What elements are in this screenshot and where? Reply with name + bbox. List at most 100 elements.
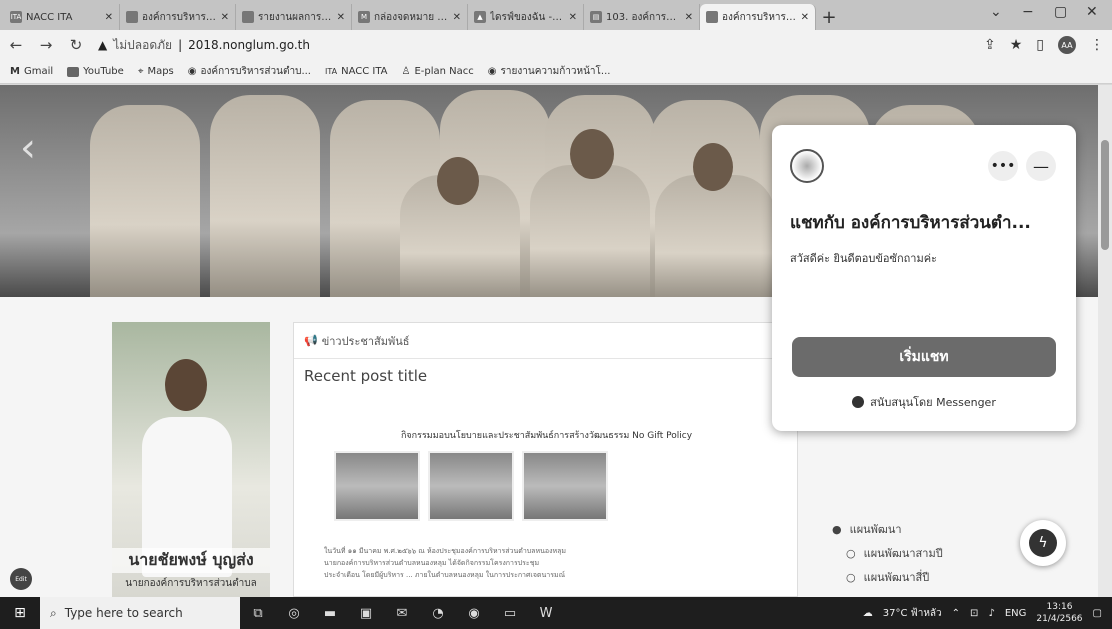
store-icon[interactable]: ▣	[348, 597, 384, 629]
address-bar[interactable]: ▲ ไม่ปลอดภัย | 2018.nonglum.go.th	[98, 34, 970, 56]
close-tab-icon[interactable]: ✕	[685, 12, 693, 23]
tab-label: กล่องจดหมาย (23...	[374, 11, 449, 23]
reload-icon[interactable]: ↻	[68, 36, 84, 54]
bookmark-label: YouTube	[83, 66, 124, 77]
address-bar-row: ← → ↻ ▲ ไม่ปลอดภัย | 2018.nonglum.go.th …	[0, 30, 1112, 60]
tab-label: รายงานผลการดำเนิ...	[258, 11, 333, 23]
browser-tab-active[interactable]: องค์การบริหารส่วนต... ✕	[700, 4, 816, 30]
browser-tab[interactable]: รายงานผลการดำเนิ... ✕	[236, 4, 352, 30]
chat-title: แชทกับ องค์การบริหารส่วนตำ...	[790, 213, 1031, 233]
search-placeholder: Type here to search	[64, 606, 183, 620]
back-arrow-icon[interactable]: ←	[8, 36, 24, 54]
search-icon: ⌕	[50, 605, 57, 620]
messenger-launcher-button[interactable]: ϟ	[1020, 520, 1066, 566]
url-text[interactable]: 2018.nonglum.go.th	[188, 38, 310, 52]
new-tab-button[interactable]: +	[816, 4, 842, 30]
doc-favicon-icon: ▤	[590, 11, 602, 23]
post-image[interactable]	[428, 451, 514, 521]
post-title[interactable]: Recent post title	[304, 367, 427, 385]
close-tab-icon[interactable]: ✕	[569, 12, 577, 23]
mail-icon[interactable]: ✉	[384, 597, 420, 629]
forward-arrow-icon[interactable]: →	[38, 36, 54, 54]
bookmark-label: รายงานความก้าวหน้าโ...	[500, 66, 611, 77]
post-body: ในวันที่ ๑๑ มีนาคม พ.ศ.๒๕๖๖ ณ ห้องประชุม…	[324, 547, 567, 579]
profile-avatar[interactable]: AA	[1058, 36, 1076, 54]
browser-tab[interactable]: ▲ ไดรฟ์ของฉัน - Goo... ✕	[468, 4, 584, 30]
warning-icon[interactable]: ▲	[98, 38, 107, 52]
chrome-profile-icon[interactable]: ◉	[456, 597, 492, 629]
share-icon[interactable]: ⇪	[984, 37, 996, 53]
post-image[interactable]	[334, 451, 420, 521]
minimize-window-button[interactable]: −	[1022, 4, 1034, 20]
windows-start-icon[interactable]: ⊞	[0, 597, 40, 629]
browser-tab[interactable]: M กล่องจดหมาย (23... ✕	[352, 4, 468, 30]
browser-tab[interactable]: ▤ 103. องค์การบริหา... ✕	[584, 4, 700, 30]
tab-search-chevron-icon[interactable]: ⌄	[990, 4, 1002, 20]
network-icon[interactable]: ⊡	[970, 608, 978, 619]
close-window-button[interactable]: ✕	[1086, 4, 1098, 20]
tab-label: องค์การบริหารส่วนต...	[722, 11, 797, 23]
bookmark-label: องค์การบริหารส่วนตำบ...	[200, 66, 311, 77]
language-indicator[interactable]: ENG	[1005, 608, 1027, 619]
sidepanel-icon[interactable]: ▯	[1036, 37, 1044, 53]
tray-chevron-icon[interactable]: ⌃	[952, 608, 960, 619]
task-view-icon[interactable]: ⧉	[240, 597, 276, 629]
line-icon[interactable]: ▭	[492, 597, 528, 629]
nacc-favicon-icon: ITA	[10, 11, 22, 23]
tab-label: องค์การบริหารส่วนต...	[142, 11, 217, 23]
more-options-button[interactable]: •••	[988, 151, 1018, 181]
bookmark-eplan[interactable]: ♙ E-plan Nacc	[402, 66, 474, 77]
clock[interactable]: 13:16 21/4/2566	[1036, 601, 1082, 625]
weather-icon[interactable]: ☁	[863, 608, 873, 619]
close-tab-icon[interactable]: ✕	[221, 12, 229, 23]
volume-icon[interactable]: ♪	[988, 608, 994, 619]
bookmark-star-icon[interactable]: ★	[1010, 37, 1023, 53]
nacc-icon: ITA	[324, 67, 338, 76]
sidebar-item[interactable]: ○ แผนพัฒนาสี่ปี	[832, 568, 1072, 586]
taskbar-search-box[interactable]: ⌕ Type here to search	[40, 597, 240, 629]
post-image[interactable]	[522, 451, 608, 521]
seal-icon: ◉	[487, 66, 497, 77]
bookmark-progress-report[interactable]: ◉ รายงานความก้าวหน้าโ...	[488, 64, 611, 79]
weather-text[interactable]: 37°C ฟ้าหลัว	[883, 606, 942, 621]
post-image-gallery	[334, 451, 608, 521]
eplan-icon: ♙	[401, 66, 411, 77]
bookmark-nacc-ita[interactable]: ITA NACC ITA	[325, 66, 388, 77]
notification-icon[interactable]: ▢	[1093, 608, 1102, 619]
bookmark-label: Maps	[147, 66, 174, 77]
gmail-icon: M	[10, 66, 20, 77]
file-explorer-icon[interactable]: ▬	[312, 597, 348, 629]
windows-taskbar: ⊞ ⌕ Type here to search ⧉ ◎ ▬ ▣ ✉ ◔ ◉ ▭ …	[0, 597, 1112, 629]
circle-bullet-icon: ○	[846, 570, 856, 584]
edit-badge[interactable]: Edit	[10, 568, 32, 590]
bookmark-gmail[interactable]: M Gmail	[10, 66, 53, 77]
security-label[interactable]: ไม่ปลอดภัย	[113, 36, 172, 55]
bookmark-maps[interactable]: ⌖ Maps	[138, 66, 174, 77]
close-tab-icon[interactable]: ✕	[801, 12, 809, 23]
powered-by-messenger: สนับสนุนโดย Messenger	[772, 393, 1076, 411]
close-tab-icon[interactable]: ✕	[337, 12, 345, 23]
bookmark-youtube[interactable]: YouTube	[67, 66, 124, 77]
app-icon[interactable]: ◔	[420, 597, 456, 629]
minimize-chat-button[interactable]: —	[1026, 151, 1056, 181]
messenger-icon	[852, 396, 865, 408]
bookmark-sao[interactable]: ◉ องค์การบริหารส่วนตำบ...	[188, 64, 311, 79]
messenger-chat-popup: ••• — แชทกับ องค์การบริหารส่วนตำ... สวัส…	[772, 125, 1076, 431]
browser-tab[interactable]: ITA NACC ITA ✕	[4, 4, 120, 30]
close-tab-icon[interactable]: ✕	[105, 12, 113, 23]
carousel-prev-button[interactable]: ‹	[20, 125, 36, 171]
browser-tab[interactable]: องค์การบริหารส่วนต... ✕	[120, 4, 236, 30]
maximize-window-button[interactable]: ▢	[1054, 4, 1067, 20]
tab-label: NACC ITA	[26, 11, 73, 23]
close-tab-icon[interactable]: ✕	[453, 12, 461, 23]
word-icon[interactable]: W	[528, 597, 564, 629]
news-panel: 📢 ข่าวประชาสัมพันธ์ Recent post title กิ…	[293, 322, 798, 597]
system-tray: ☁ 37°C ฟ้าหลัว ⌃ ⊡ ♪ ENG 13:16 21/4/2566…	[863, 597, 1102, 629]
kebab-menu-icon[interactable]: ⋮	[1090, 37, 1104, 53]
start-chat-button[interactable]: เริ่มแชท	[792, 337, 1056, 377]
chrome-icon[interactable]: ◎	[276, 597, 312, 629]
news-section-label[interactable]: ข่าวประชาสัมพันธ์	[322, 332, 410, 350]
bullet-icon: ●	[832, 522, 842, 536]
bookmarks-bar: M Gmail YouTube ⌖ Maps ◉ องค์การบริหารส่วนต…	[0, 60, 1112, 84]
scrollbar-thumb[interactable]	[1101, 140, 1109, 250]
